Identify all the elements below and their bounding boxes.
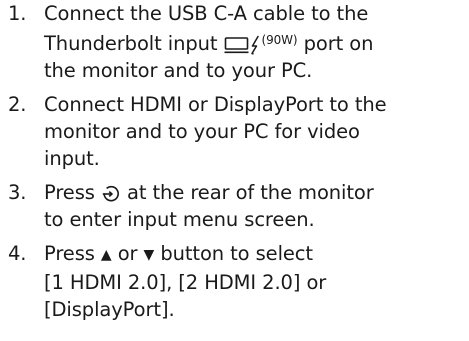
down-triangle-icon: ▼ bbox=[143, 247, 155, 263]
step-4-text-before: Press bbox=[44, 242, 101, 265]
monitor-port-icon bbox=[224, 36, 249, 54]
step-3: 3. Press at the rear of the monitor to e… bbox=[0, 179, 469, 233]
step-text: Press at the rear of the monitor to ente… bbox=[44, 179, 469, 233]
lightning-bolt-icon bbox=[249, 35, 261, 55]
step-number: 3. bbox=[8, 181, 27, 204]
power-rating: (90W) bbox=[261, 33, 298, 47]
input-button-icon bbox=[101, 184, 121, 204]
step-1: 1. Connect the USB C-A cable to the Thun… bbox=[0, 0, 469, 84]
step-text: Press ▲ or ▼ button to select [1 HDMI 2.… bbox=[44, 240, 469, 323]
step-text: Connect HDMI or DisplayPort to the monit… bbox=[44, 93, 387, 170]
step-3-text-before: Press bbox=[44, 181, 101, 204]
step-2: 2. Connect HDMI or DisplayPort to the mo… bbox=[0, 91, 469, 172]
step-4: 4. Press ▲ or ▼ button to select [1 HDMI… bbox=[0, 240, 469, 323]
step-text: Connect the USB C-A cable to the Thunder… bbox=[44, 0, 469, 84]
step-number: 4. bbox=[8, 242, 27, 265]
instruction-steps: 1. Connect the USB C-A cable to the Thun… bbox=[0, 0, 469, 323]
up-triangle-icon: ▲ bbox=[100, 247, 112, 263]
step-number: 1. bbox=[8, 2, 27, 25]
step-4-text-or: or bbox=[111, 242, 144, 265]
step-number: 2. bbox=[8, 93, 27, 116]
